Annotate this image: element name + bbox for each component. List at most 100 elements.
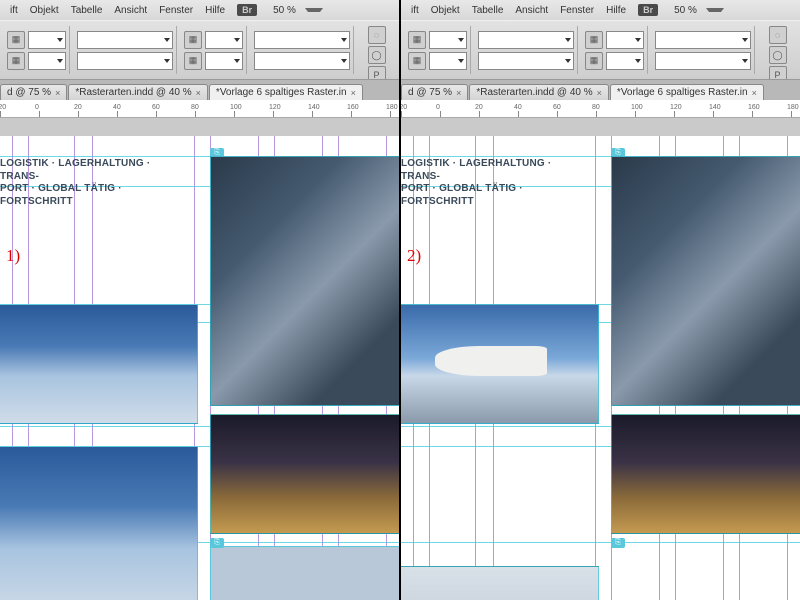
menu-item[interactable]: Hilfe [199, 5, 231, 16]
ruler-tick: 40 [113, 104, 121, 111]
headline-text-frame[interactable]: LOGISTIK · LAGERHALTUNG · TRANS- PORT · … [0, 156, 196, 210]
menu-item[interactable]: Objekt [425, 5, 466, 16]
thread-icon[interactable]: ⎘ [611, 538, 625, 548]
document-canvas[interactable]: LOGISTIK · LAGERHALTUNG · TRANS- PORT · … [401, 118, 800, 600]
style-dropdown[interactable] [77, 52, 173, 70]
image-frame[interactable] [611, 156, 800, 406]
ruler-tick: 180 [787, 104, 799, 111]
chevron-down-icon[interactable] [305, 8, 323, 12]
close-icon[interactable]: × [456, 88, 461, 98]
document-tab[interactable]: *Vorlage 6 spaltiges Raster.in × [209, 84, 363, 100]
value-field[interactable] [28, 31, 66, 49]
thread-icon[interactable]: ⎘ [210, 538, 224, 548]
image-frame[interactable] [0, 446, 198, 600]
ruler-tick: 100 [230, 104, 242, 111]
ruler-tick: 60 [152, 104, 160, 111]
zoom-level[interactable]: 50 % [267, 5, 302, 16]
control-bar: ▦▦▦▦◌◯P⬚✦⬢ [401, 20, 800, 80]
menu-bar: iftObjektTabelleAnsichtFensterHilfe Br 50 … [0, 0, 399, 20]
close-icon[interactable]: × [597, 88, 602, 98]
value-field[interactable] [606, 31, 644, 49]
align-icon[interactable]: ▦ [7, 31, 25, 49]
document-tab[interactable]: *Rasterarten.indd @ 40 %× [469, 84, 609, 100]
align-icon[interactable]: ▦ [408, 52, 426, 70]
document-tab[interactable]: d @ 75 %× [401, 84, 468, 100]
document-tabs: d @ 75 %×*Rasterarten.indd @ 40 %×*Vorla… [0, 80, 399, 100]
tool-icon[interactable]: P [368, 66, 386, 80]
menu-bar: iftObjektTabelleAnsichtFensterHilfe Br 50 … [401, 0, 800, 20]
document-tabs: d @ 75 %×*Rasterarten.indd @ 40 %×*Vorla… [401, 80, 800, 100]
ruler-tick: 140 [709, 104, 721, 111]
menu-item[interactable]: Tabelle [466, 5, 510, 16]
image-frame[interactable] [401, 304, 599, 424]
tab-label: d @ 75 % [7, 87, 51, 98]
menu-item[interactable]: ift [4, 5, 24, 16]
close-icon[interactable]: × [752, 88, 757, 98]
align-icon[interactable]: ▦ [585, 31, 603, 49]
baseline-guide[interactable] [401, 542, 800, 543]
ruler-tick: -20 [401, 104, 407, 111]
menu-item[interactable]: Fenster [554, 5, 600, 16]
value-field[interactable] [429, 31, 467, 49]
zoom-level[interactable]: 50 % [668, 5, 703, 16]
close-icon[interactable]: × [196, 88, 201, 98]
ruler-tick: 20 [74, 104, 82, 111]
ruler-tick: 40 [514, 104, 522, 111]
horizontal-ruler[interactable]: -20020406080100120140160180 [401, 100, 800, 118]
image-frame[interactable] [210, 546, 399, 600]
document-tab[interactable]: *Rasterarten.indd @ 40 %× [68, 84, 208, 100]
menu-item[interactable]: Tabelle [65, 5, 109, 16]
horizontal-ruler[interactable]: -20020406080100120140160180 [0, 100, 399, 118]
image-frame[interactable] [611, 414, 800, 534]
document-tab[interactable]: *Vorlage 6 spaltiges Raster.in× [610, 84, 764, 100]
style-dropdown[interactable] [655, 31, 751, 49]
value-field[interactable] [205, 31, 243, 49]
menu-item[interactable]: Ansicht [509, 5, 554, 16]
ruler-tick: -20 [0, 104, 6, 111]
bridge-icon[interactable]: Br [638, 4, 658, 16]
close-icon[interactable]: × [351, 88, 356, 98]
menu-item[interactable]: Fenster [153, 5, 199, 16]
ruler-tick: 20 [475, 104, 483, 111]
page: LOGISTIK · LAGERHALTUNG · TRANS- PORT · … [0, 136, 399, 600]
ruler-tick: 0 [35, 104, 39, 111]
tool-icon[interactable]: P [769, 66, 787, 80]
align-icon[interactable]: ▦ [184, 31, 202, 49]
headline-text-frame[interactable]: LOGISTIK · LAGERHALTUNG · TRANS- PORT · … [401, 156, 597, 210]
align-icon[interactable]: ▦ [7, 52, 25, 70]
align-icon[interactable]: ▦ [585, 52, 603, 70]
tab-label: *Vorlage 6 spaltiges Raster.in [216, 87, 347, 98]
style-dropdown[interactable] [655, 52, 751, 70]
value-field[interactable] [429, 52, 467, 70]
document-canvas[interactable]: LOGISTIK · LAGERHALTUNG · TRANS- PORT · … [0, 118, 399, 600]
image-frame[interactable] [401, 566, 599, 600]
menu-item[interactable]: Ansicht [108, 5, 153, 16]
ruler-tick: 120 [269, 104, 281, 111]
document-tab[interactable]: d @ 75 % × [0, 84, 67, 100]
ruler-tick: 140 [308, 104, 320, 111]
value-field[interactable] [28, 52, 66, 70]
tool-icon[interactable]: ◌ [368, 26, 386, 44]
menu-item[interactable]: Hilfe [600, 5, 632, 16]
style-dropdown[interactable] [478, 31, 574, 49]
align-icon[interactable]: ▦ [408, 31, 426, 49]
style-dropdown[interactable] [254, 31, 350, 49]
menu-item[interactable]: Objekt [24, 5, 65, 16]
value-field[interactable] [205, 52, 243, 70]
chevron-down-icon[interactable] [706, 8, 724, 12]
close-icon[interactable]: × [55, 88, 60, 98]
style-dropdown[interactable] [77, 31, 173, 49]
ruler-tick: 0 [436, 104, 440, 111]
align-icon[interactable]: ▦ [184, 52, 202, 70]
bridge-icon[interactable]: Br [237, 4, 257, 16]
menu-item[interactable]: ift [405, 5, 425, 16]
image-frame[interactable] [0, 304, 198, 424]
tool-icon[interactable]: ◯ [368, 46, 386, 64]
image-frame[interactable] [210, 414, 399, 534]
style-dropdown[interactable] [254, 52, 350, 70]
image-frame[interactable] [210, 156, 399, 406]
style-dropdown[interactable] [478, 52, 574, 70]
tool-icon[interactable]: ◯ [769, 46, 787, 64]
value-field[interactable] [606, 52, 644, 70]
tool-icon[interactable]: ◌ [769, 26, 787, 44]
